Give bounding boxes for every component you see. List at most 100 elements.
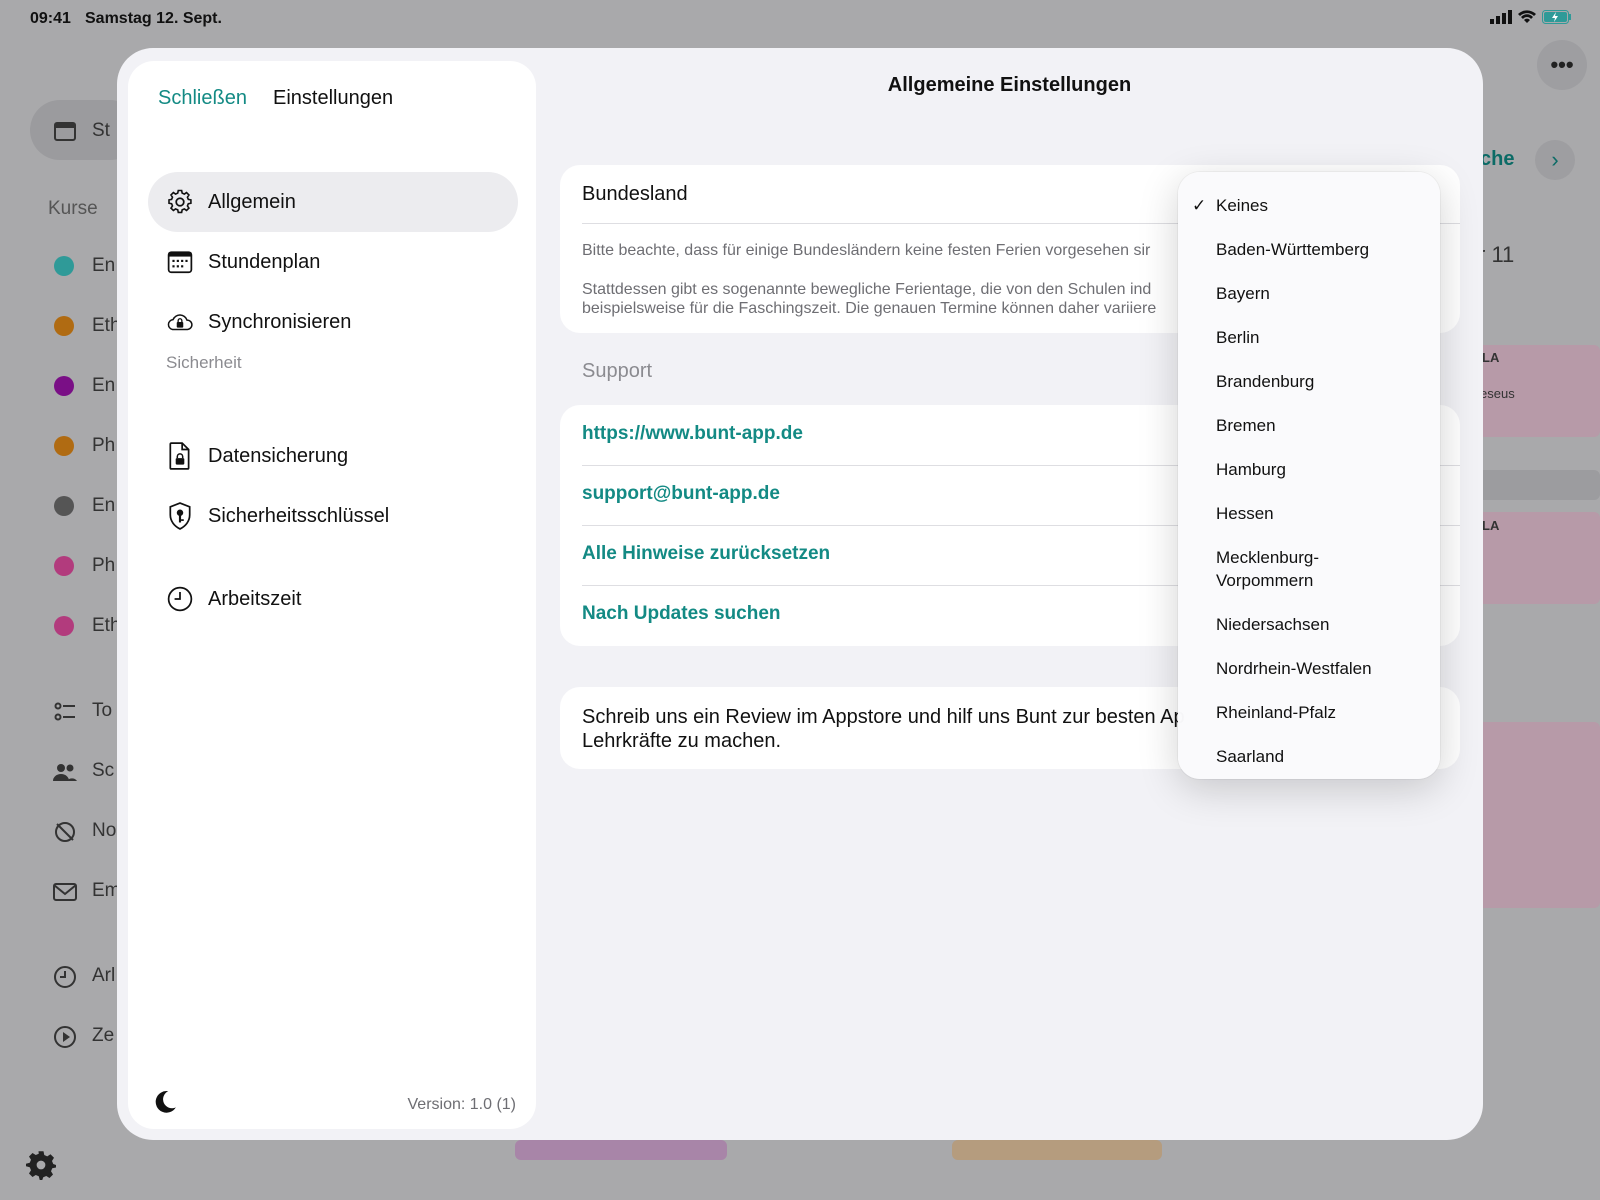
bg-extra-label-1: Arl	[92, 965, 116, 986]
document-lock-icon	[166, 442, 194, 470]
bg-lesson-block-2	[1475, 470, 1600, 500]
shield-key-icon	[166, 502, 194, 530]
status-icons	[1490, 10, 1572, 24]
calendar-icon	[54, 122, 76, 141]
state-note-1: Bitte beachte, dass für einige Bundeslän…	[582, 242, 1151, 259]
menu-item-nordrhein-westfalen[interactable]: Nordrhein-Westfalen	[1178, 657, 1440, 680]
bg-extra-label-2: Ze	[92, 1025, 115, 1046]
menu-item-rheinland-pfalz[interactable]: Rheinland-Pfalz	[1178, 701, 1440, 724]
sidebar-item-stundenplan[interactable]: Stundenplan	[148, 232, 518, 292]
sidebar-item-datensicherung[interactable]: Datensicherung	[148, 426, 518, 486]
review-line-1: Schreib uns ein Review im Appstore und h…	[582, 706, 1185, 728]
sidebar-item-sicherheitsschluessel[interactable]: Sicherheitsschlüssel	[148, 486, 518, 546]
sidebar-item-arbeitszeit[interactable]: Arbeitszeit	[148, 569, 518, 629]
bg-course-dot-7	[54, 616, 74, 636]
menu-item-niedersachsen[interactable]: Niedersachsen	[1178, 613, 1440, 636]
menu-item-baden-wuerttemberg[interactable]: Baden-Württemberg	[1178, 238, 1440, 261]
cloud-lock-icon	[166, 308, 194, 336]
website-link[interactable]: https://www.bunt-app.de	[582, 423, 803, 445]
state-dropdown-menu: ✓ Keines Baden-Württemberg Bayern Berlin…	[1178, 172, 1440, 779]
sidebar-item-label: Stundenplan	[208, 250, 321, 273]
checkmark-icon: ✓	[1192, 196, 1207, 215]
status-time: 09:41	[30, 10, 71, 27]
page-title: Allgemeine Einstellungen	[887, 74, 1132, 96]
menu-item-label: Baden-Württemberg	[1216, 240, 1370, 259]
menu-item-label: Hamburg	[1216, 460, 1286, 479]
bg-pill-label: St	[92, 120, 110, 141]
support-email-link[interactable]: support@bunt-app.de	[582, 483, 780, 505]
notes-off-icon	[55, 822, 75, 842]
menu-item-label: Berlin	[1216, 328, 1260, 347]
bg-lesson-label-1: LA	[1482, 350, 1500, 365]
bg-week-label: che	[1480, 148, 1515, 170]
menu-item-mecklenburg-vorpommern[interactable]: Mecklenburg- Vorpommern	[1178, 546, 1440, 592]
menu-item-bremen[interactable]: Bremen	[1178, 414, 1440, 437]
bg-course-dot-1	[54, 256, 74, 276]
status-bar: 09:41 Samstag 12. Sept.	[0, 0, 1600, 40]
bg-lesson-block-5	[515, 1140, 727, 1160]
check-updates-button[interactable]: Nach Updates suchen	[582, 603, 781, 625]
state-note-2: Stattdessen gibt es sogenannte beweglich…	[582, 281, 1152, 298]
sidebar-item-label: Arbeitszeit	[208, 587, 302, 610]
bg-tool-label-1: To	[92, 700, 113, 721]
envelope-icon	[53, 883, 77, 901]
bg-course-dot-3	[54, 376, 74, 396]
bg-course-label-4: Ph	[92, 435, 116, 456]
menu-item-hamburg[interactable]: Hamburg	[1178, 458, 1440, 481]
menu-item-hessen[interactable]: Hessen	[1178, 502, 1440, 525]
sidebar-item-allgemein[interactable]: Allgemein	[148, 172, 518, 232]
people-icon	[53, 764, 77, 781]
bg-course-dot-5	[54, 496, 74, 516]
menu-item-label: Saarland	[1216, 747, 1285, 766]
security-heading: Sicherheit	[166, 353, 242, 372]
bg-course-dot-4	[54, 436, 74, 456]
review-line-2: Lehrkräfte zu machen.	[582, 730, 781, 752]
bg-course-label-1: En	[92, 255, 116, 276]
menu-item-label: Hessen	[1216, 504, 1274, 523]
bg-courses-heading: Kurse	[48, 198, 98, 219]
version-label: Version: 1.0 (1)	[407, 1096, 517, 1113]
state-label[interactable]: Bundesland	[582, 183, 688, 206]
menu-item-label: Niedersachsen	[1216, 615, 1330, 634]
more-options-button[interactable]: •••	[1537, 40, 1587, 90]
bg-course-label-6: Ph	[92, 555, 116, 576]
checklist-icon	[54, 702, 75, 721]
menu-item-label: Brandenburg	[1216, 372, 1315, 391]
menu-item-label-line-2: Vorpommern	[1216, 571, 1314, 590]
sidebar-item-label: Allgemein	[208, 190, 296, 213]
bg-lesson-block-6	[952, 1140, 1162, 1160]
review-text: Schreib uns ein Review im Appstore und h…	[582, 705, 1185, 753]
status-date: Samstag 12. Sept.	[85, 10, 222, 27]
menu-item-brandenburg[interactable]: Brandenburg	[1178, 370, 1440, 393]
sidebar-title: Einstellungen	[273, 87, 394, 109]
menu-item-label: Nordrhein-Westfalen	[1216, 659, 1372, 678]
bg-lesson-sub-1: eseus	[1480, 386, 1515, 401]
bg-lesson-label-2: LA	[1482, 518, 1500, 533]
close-button[interactable]: Schließen	[158, 87, 247, 110]
state-note-3: beispielsweise für die Faschingszeit. Di…	[582, 300, 1157, 317]
clock-icon	[54, 966, 76, 988]
menu-item-bayern[interactable]: Bayern	[1178, 282, 1440, 305]
reset-hints-button[interactable]: Alle Hinweise zurücksetzen	[582, 543, 830, 565]
bg-course-dot-6	[54, 556, 74, 576]
play-circle-icon	[54, 1026, 76, 1048]
menu-item-label: Rheinland-Pfalz	[1216, 703, 1337, 722]
sidebar-item-synchronisieren[interactable]: Synchronisieren	[148, 292, 518, 352]
menu-item-keines[interactable]: ✓ Keines	[1178, 194, 1440, 217]
wifi-icon	[1518, 10, 1536, 23]
bg-day-number: r 11	[1478, 242, 1515, 267]
dark-mode-moon-icon[interactable]	[152, 1089, 178, 1115]
menu-item-label: Bremen	[1216, 416, 1276, 435]
menu-item-saarland[interactable]: Saarland	[1178, 745, 1440, 768]
bg-course-label-3: En	[92, 375, 116, 396]
menu-item-label-line-1: Mecklenburg-	[1216, 548, 1319, 567]
settings-gear-icon[interactable]	[26, 1150, 56, 1180]
gear-icon	[166, 188, 194, 216]
next-week-button[interactable]: ›	[1535, 140, 1575, 180]
support-heading: Support	[582, 360, 653, 382]
clock-icon	[166, 585, 194, 613]
bg-tool-label-3: No	[92, 820, 117, 841]
menu-item-label: Keines	[1216, 196, 1268, 215]
bg-course-label-5: En	[92, 495, 116, 516]
menu-item-berlin[interactable]: Berlin	[1178, 326, 1440, 349]
